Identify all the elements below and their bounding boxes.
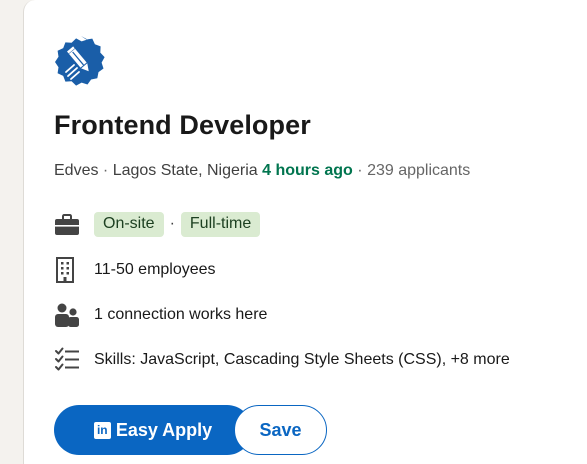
people-icon <box>54 302 80 328</box>
applicant-count: 239 applicants <box>367 162 471 179</box>
company-name[interactable]: Edves <box>54 162 98 179</box>
job-location: Lagos State, Nigeria <box>112 162 258 179</box>
checklist-icon <box>54 347 80 373</box>
linkedin-icon: in <box>93 421 111 439</box>
posted-time: 4 hours ago <box>262 162 353 179</box>
company-size-text: 11-50 employees <box>94 261 216 278</box>
job-meta: Edves · Lagos State, Nigeria 4 hours ago… <box>54 162 470 180</box>
building-icon <box>54 257 80 283</box>
skills-text[interactable]: Skills: JavaScript, Cascading Style Shee… <box>94 351 510 369</box>
workplace-badge: On-site <box>94 211 164 237</box>
separator: · <box>169 215 175 232</box>
connections-row: 1 connection works here <box>54 302 267 328</box>
easy-apply-button[interactable]: in Easy Apply <box>54 405 252 455</box>
briefcase-icon <box>54 211 80 237</box>
company-logo[interactable] <box>54 35 108 89</box>
skills-row: Skills: JavaScript, Cascading Style Shee… <box>54 347 510 373</box>
separator: · <box>102 162 109 179</box>
job-type-badge: Full-time <box>180 211 261 237</box>
company-size-row: 11-50 employees <box>54 257 216 283</box>
save-button[interactable]: Save <box>234 405 327 455</box>
job-card: Frontend Developer Edves · Lagos State, … <box>23 0 587 464</box>
separator: · <box>357 162 363 179</box>
easy-apply-label: Easy Apply <box>115 419 213 440</box>
save-label: Save <box>259 419 302 440</box>
connections-text[interactable]: 1 connection works here <box>94 306 267 324</box>
job-type-row: On-site · Full-time <box>54 211 261 237</box>
job-title[interactable]: Frontend Developer <box>54 110 311 141</box>
